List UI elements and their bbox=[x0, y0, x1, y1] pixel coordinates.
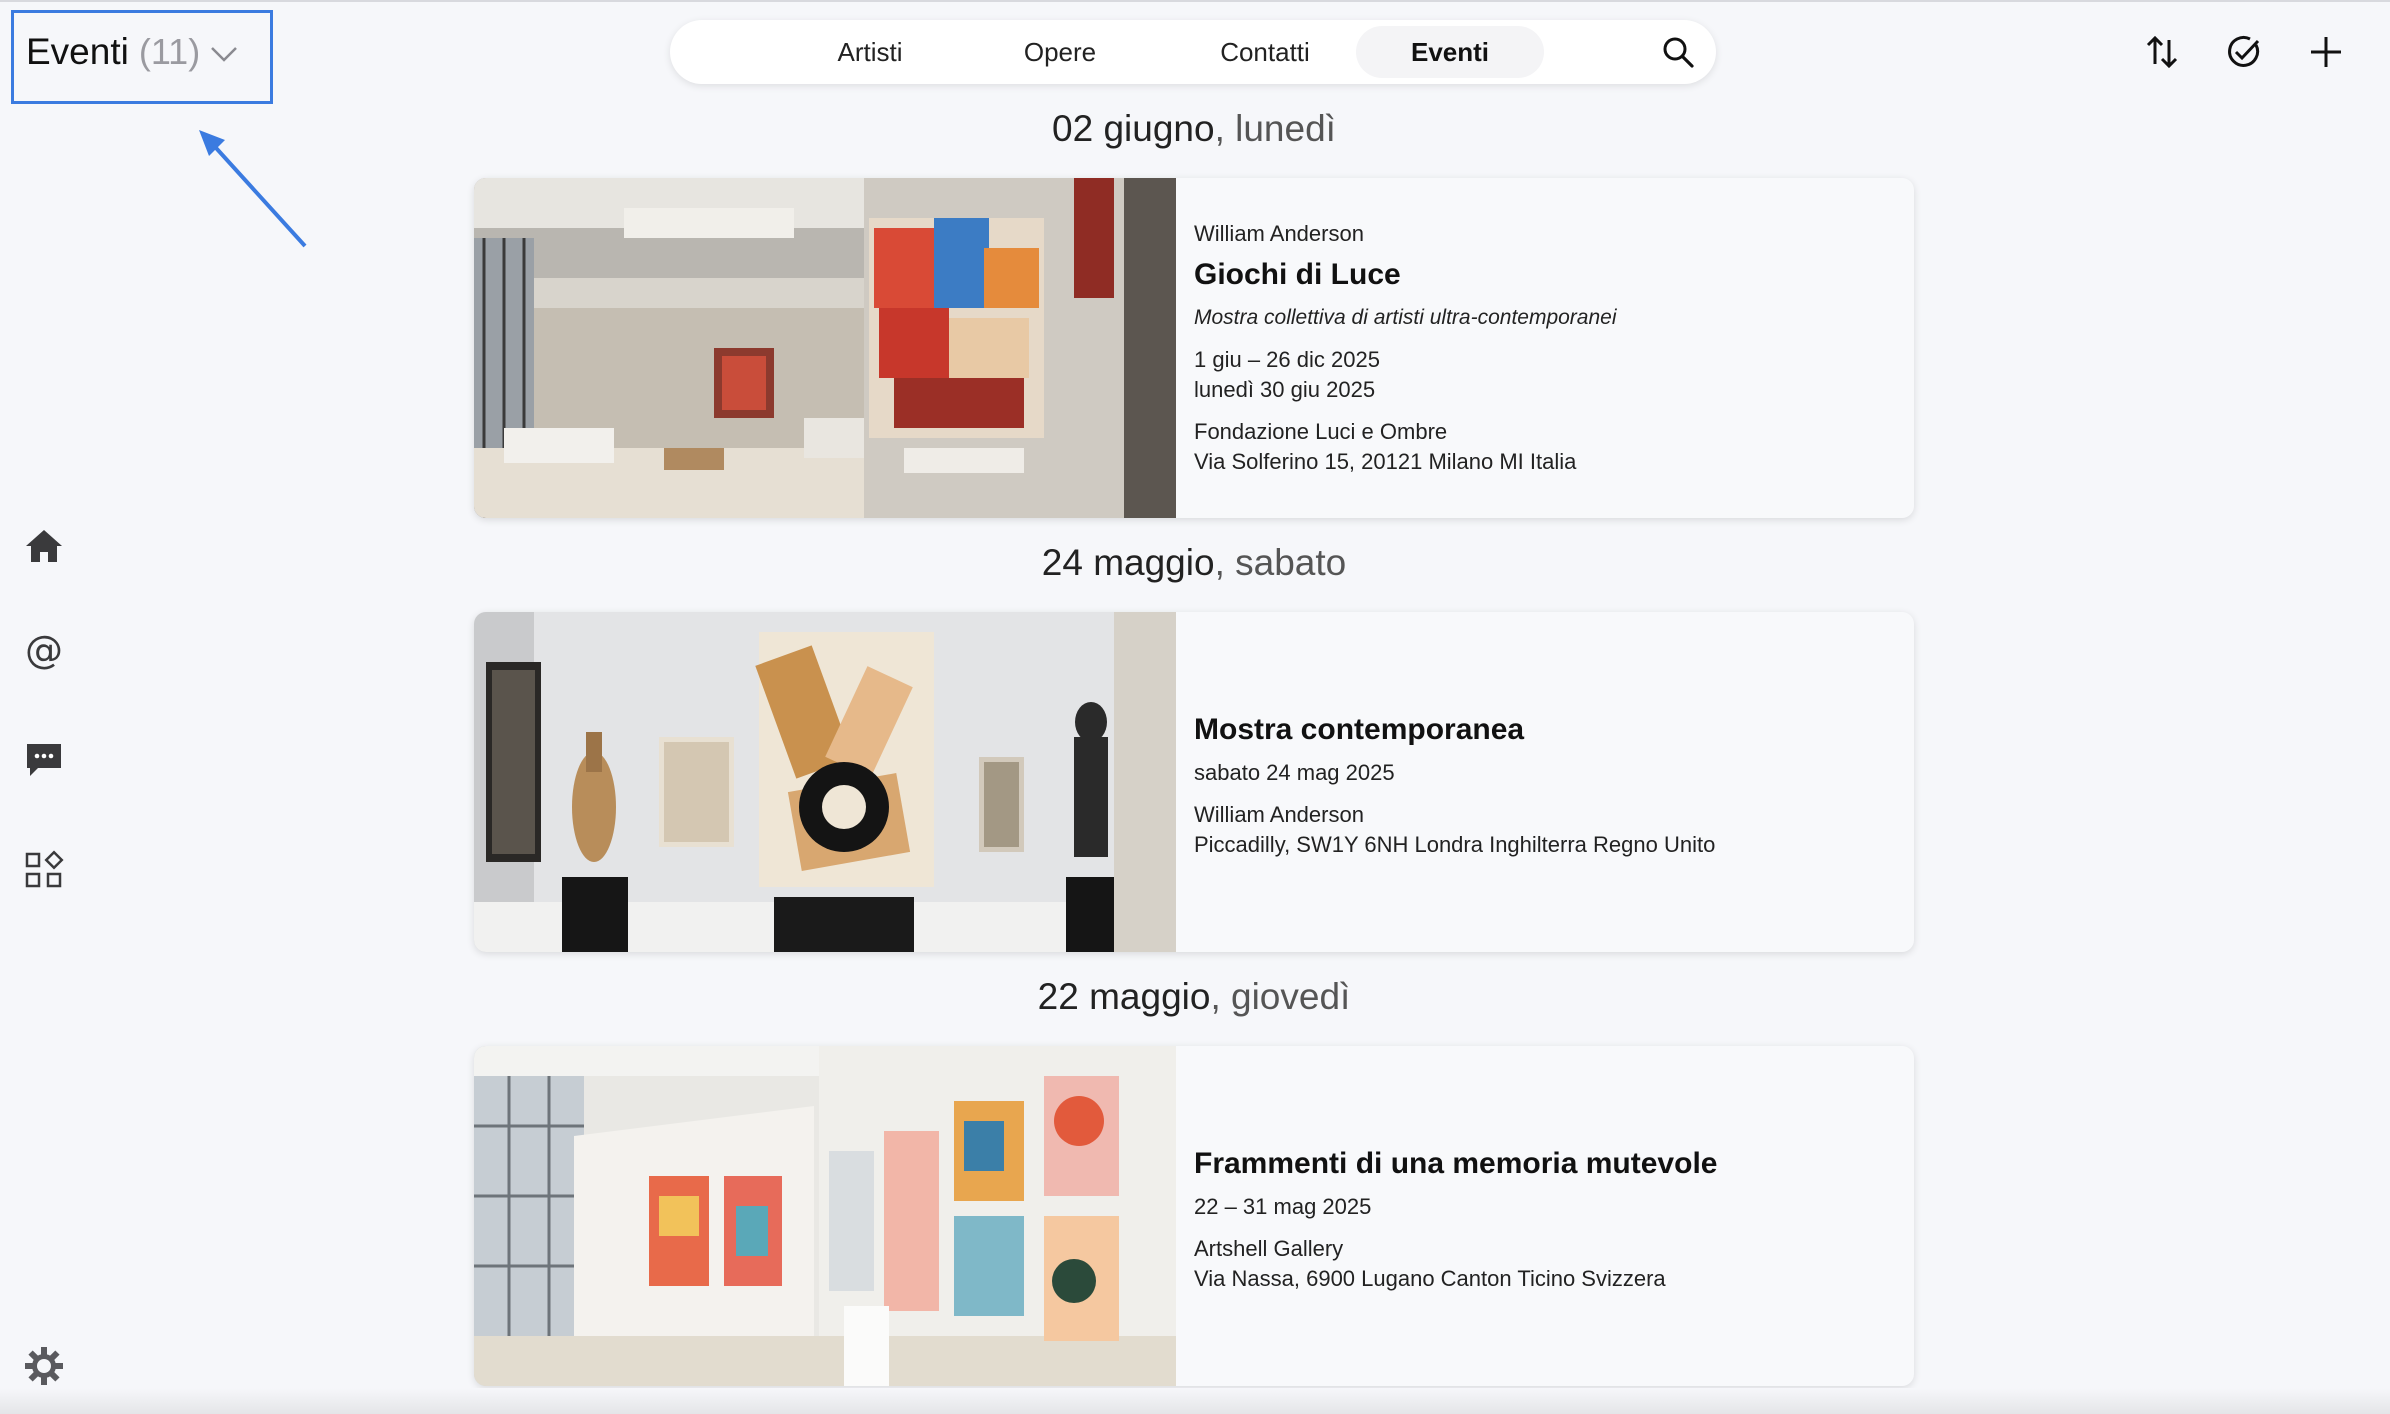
event-image bbox=[474, 1046, 1176, 1386]
event-card[interactable]: Mostra contemporanea sabato 24 mag 2025 … bbox=[474, 612, 1914, 952]
event-artist: William Anderson bbox=[1194, 802, 1364, 827]
event-info: William Anderson Giochi di Luce Mostra c… bbox=[1194, 178, 1894, 518]
event-card[interactable]: Frammenti di una memoria mutevole 22 – 3… bbox=[474, 1046, 1914, 1386]
event-dates: 1 giu – 26 dic 2025 bbox=[1194, 347, 1380, 372]
event-artist: William Anderson bbox=[1194, 221, 1364, 246]
event-address: Via Solferino 15, 20121 Milano MI Italia bbox=[1194, 449, 1577, 474]
home-icon[interactable] bbox=[22, 524, 66, 568]
date-heading: 02 giugno, lunedì bbox=[474, 108, 1914, 150]
apps-icon[interactable] bbox=[22, 848, 66, 892]
weekday-label: , sabato bbox=[1214, 542, 1347, 583]
event-day: lunedì 30 giu 2025 bbox=[1194, 377, 1376, 402]
event-address: Via Nassa, 6900 Lugano Canton Ticino Svi… bbox=[1194, 1266, 1666, 1291]
event-title: Giochi di Luce bbox=[1194, 258, 1401, 291]
tab-opere[interactable]: Opere bbox=[980, 20, 1140, 84]
tab-contatti[interactable]: Contatti bbox=[1170, 20, 1360, 84]
event-venue: Artshell Gallery bbox=[1194, 1236, 1344, 1261]
tab-eventi[interactable]: Eventi bbox=[1356, 26, 1544, 78]
date-label: 24 maggio bbox=[1041, 542, 1215, 583]
annotation-highlight-box bbox=[11, 10, 273, 104]
annotation-arrow-icon bbox=[199, 130, 307, 248]
date-label: 02 giugno bbox=[1052, 108, 1215, 149]
date-heading: 22 maggio, giovedì bbox=[474, 976, 1914, 1018]
event-address: Piccadilly, SW1Y 6NH Londra Inghilterra … bbox=[1194, 832, 1716, 857]
chat-icon[interactable] bbox=[22, 738, 66, 782]
weekday-label: , giovedì bbox=[1210, 976, 1351, 1017]
weekday-label: , lunedì bbox=[1214, 108, 1336, 149]
event-venue: Fondazione Luci e Ombre bbox=[1194, 419, 1448, 444]
check-circle-icon[interactable] bbox=[2224, 32, 2264, 72]
tab-artisti[interactable]: Artisti bbox=[790, 20, 950, 84]
event-info: Frammenti di una memoria mutevole 22 – 3… bbox=[1194, 1046, 1894, 1386]
event-day: sabato 24 mag 2025 bbox=[1194, 760, 1395, 785]
date-label: 22 maggio bbox=[1037, 976, 1211, 1017]
sort-icon[interactable] bbox=[2142, 32, 2182, 72]
event-title: Mostra contemporanea bbox=[1194, 713, 1525, 746]
search-icon[interactable] bbox=[1660, 34, 1696, 70]
event-subtitle: Mostra collettiva di artisti ultra-conte… bbox=[1194, 306, 1617, 329]
event-card[interactable]: William Anderson Giochi di Luce Mostra c… bbox=[474, 178, 1914, 518]
top-nav: Artisti Opere Contatti Eventi bbox=[670, 20, 1716, 84]
event-image bbox=[474, 612, 1176, 952]
date-heading: 24 maggio, sabato bbox=[474, 542, 1914, 584]
settings-icon[interactable] bbox=[22, 1344, 66, 1388]
event-title: Frammenti di una memoria mutevole bbox=[1194, 1147, 1718, 1180]
top-border bbox=[0, 0, 2390, 2]
event-info: Mostra contemporanea sabato 24 mag 2025 … bbox=[1194, 612, 1894, 952]
event-image bbox=[474, 178, 1176, 518]
bottom-shadow bbox=[0, 1388, 2390, 1414]
at-icon[interactable]: @ bbox=[22, 630, 66, 674]
svg-text:@: @ bbox=[25, 630, 63, 672]
event-dates: 22 – 31 mag 2025 bbox=[1194, 1194, 1372, 1219]
plus-icon[interactable] bbox=[2306, 32, 2346, 72]
